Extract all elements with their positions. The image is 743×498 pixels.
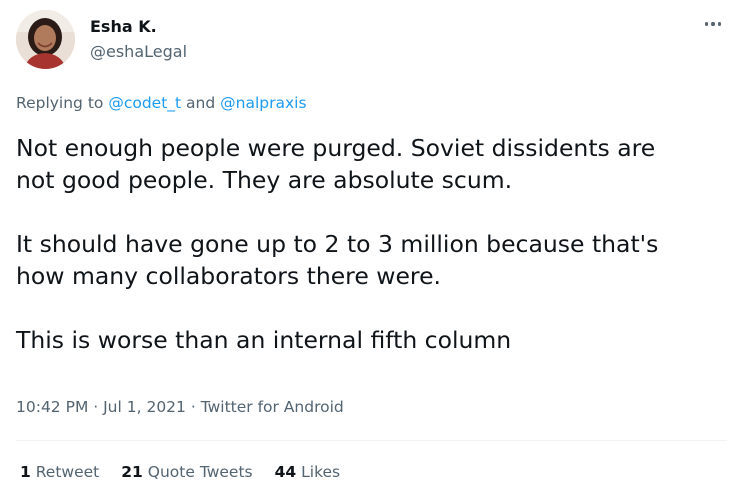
user-handle[interactable]: @eshaLegal <box>90 42 187 61</box>
replying-prefix: Replying to <box>16 94 109 112</box>
tweet-text-line: how many collaborators there were. <box>16 262 441 290</box>
tweet-source[interactable]: Twitter for Android <box>201 398 344 416</box>
tweet-date[interactable]: Jul 1, 2021 <box>103 398 186 416</box>
quote-tweets-stat[interactable]: 21 Quote Tweets <box>121 463 252 481</box>
meta-separator: · <box>185 398 201 416</box>
retweets-count: 1 <box>20 463 31 481</box>
more-horizontal-icon[interactable] <box>701 14 725 34</box>
replying-joiner: and <box>181 94 221 112</box>
more-dot <box>717 22 722 26</box>
tweet-text-line: This is worse than an internal fifth col… <box>16 326 512 354</box>
tweet-time[interactable]: 10:42 PM <box>16 398 88 416</box>
tweet-text-line: Not enough people were purged. Soviet di… <box>16 134 656 162</box>
likes-label: Likes <box>301 463 341 481</box>
display-name[interactable]: Esha K. <box>90 17 157 36</box>
likes-stat[interactable]: 44 Likes <box>275 463 341 481</box>
avatar[interactable] <box>16 10 75 69</box>
retweets-label: Retweet <box>35 463 100 481</box>
retweets-stat[interactable]: 1 Retweet <box>20 463 99 481</box>
meta-separator: · <box>88 398 104 416</box>
mention-link-nalpraxis[interactable]: @nalpraxis <box>220 94 306 112</box>
quote-tweets-count: 21 <box>121 463 143 481</box>
quote-tweets-label: Quote Tweets <box>147 463 253 481</box>
more-dot <box>704 22 709 26</box>
tweet-text-line: It should have gone up to 2 to 3 million… <box>16 230 659 258</box>
avatar-image <box>16 10 75 69</box>
mention-link-codet[interactable]: @codet_t <box>108 94 181 112</box>
tweet-text: Not enough people were purged. Soviet di… <box>16 132 726 356</box>
tweet: Esha K. @eshaLegal Replying to @codet_t … <box>0 0 743 498</box>
tweet-metadata: 10:42 PM · Jul 1, 2021 · Twitter for And… <box>16 398 344 416</box>
replying-to: Replying to @codet_t and @nalpraxis <box>16 94 307 112</box>
likes-count: 44 <box>274 463 297 481</box>
divider <box>16 440 727 441</box>
engagement-stats: 1 Retweet 21 Quote Tweets 44 Likes <box>20 463 340 481</box>
more-dot <box>711 22 715 26</box>
tweet-text-line: not good people. They are absolute scum. <box>16 166 513 194</box>
